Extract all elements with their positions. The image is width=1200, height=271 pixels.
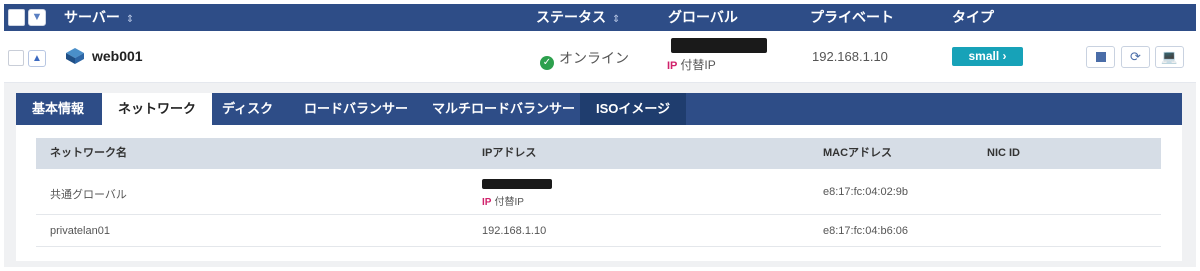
private-ip: 192.168.1.10	[812, 49, 888, 64]
row-ip-address: 192.168.1.10	[482, 225, 547, 237]
status-label: オンライン	[559, 50, 629, 66]
tab-iso-image[interactable]: ISOイメージ	[580, 93, 687, 125]
tab-load-balancer[interactable]: ロードバランサー	[288, 93, 424, 125]
column-global: グローバル	[668, 9, 738, 25]
plan-type-label: small	[968, 49, 1000, 63]
redacted-global-ip	[671, 38, 767, 53]
chevron-right-icon: ›	[1002, 49, 1007, 63]
sort-icon[interactable]: ⇕	[612, 14, 620, 25]
row-mac-address: e8:17:fc:04:02:9b	[823, 186, 909, 198]
plan-type-button[interactable]: small ›	[952, 47, 1023, 66]
column-type: タイプ	[952, 9, 994, 25]
row-ip-note: IP 付替IP	[482, 193, 524, 208]
network-tab-content: ネットワーク名 IPアドレス MACアドレス NIC ID 共通グローバル IP…	[16, 125, 1182, 261]
stop-button[interactable]	[1086, 46, 1115, 68]
global-ip-note: IP 付替IP	[667, 56, 716, 73]
col-mac-address: MACアドレス	[823, 147, 893, 159]
console-icon: 💻	[1161, 49, 1178, 64]
row-checkbox[interactable]	[8, 50, 24, 66]
server-list-header: ▼ サーバー ⇕ ステータス ⇕ グローバル プライベート タイプ	[4, 4, 1196, 31]
stop-icon	[1095, 52, 1106, 62]
col-ip-address: IPアドレス	[482, 147, 537, 159]
server-icon	[66, 48, 84, 64]
row-mac-address: e8:17:fc:04:b6:06	[823, 225, 909, 237]
server-name[interactable]: web001	[92, 48, 143, 64]
tab-basic-info[interactable]: 基本情報	[16, 93, 100, 125]
ip-badge: IP	[482, 197, 492, 208]
network-table-header: ネットワーク名 IPアドレス MACアドレス NIC ID	[36, 138, 1161, 169]
ip-badge: IP	[667, 60, 678, 72]
bulk-menu-button[interactable]: ▼	[28, 9, 46, 26]
row-network-name: 共通グローバル	[50, 189, 127, 201]
refresh-icon: ⟳	[1130, 49, 1141, 64]
tab-disk[interactable]: ディスク	[206, 93, 289, 125]
col-nic-id: NIC ID	[987, 147, 1020, 159]
col-network-name: ネットワーク名	[50, 147, 127, 159]
server-detail-panel: 基本情報 ネットワーク ディスク ロードバランサー マルチロードバランサー IS…	[4, 83, 1196, 267]
refresh-button[interactable]: ⟳	[1121, 46, 1150, 68]
console-button[interactable]: 💻	[1155, 46, 1184, 68]
column-server[interactable]: サーバー ⇕	[64, 4, 134, 31]
chevron-down-icon: ▼	[31, 11, 43, 23]
tab-multi-load-balancer[interactable]: マルチロードバランサー	[416, 93, 591, 125]
collapse-button[interactable]: ▲	[28, 50, 46, 67]
table-row: 共通グローバル IP 付替IP e8:17:fc:04:02:9b	[36, 169, 1161, 215]
ip-label: 付替IP	[494, 197, 524, 208]
tab-network[interactable]: ネットワーク	[102, 93, 213, 125]
column-status-label: ステータス	[536, 9, 606, 25]
check-circle-icon: ✓	[540, 56, 554, 70]
column-server-label: サーバー	[64, 9, 120, 25]
redacted-ip	[482, 179, 552, 189]
row-network-name: privatelan01	[50, 225, 110, 237]
ip-label: 付替IP	[680, 58, 716, 72]
table-row: privatelan01 192.168.1.10 e8:17:fc:04:b6…	[36, 215, 1161, 247]
sort-icon[interactable]: ⇕	[126, 14, 134, 25]
select-all-checkbox[interactable]	[8, 9, 25, 26]
server-status: ✓ オンライン	[540, 48, 629, 70]
column-status[interactable]: ステータス ⇕	[536, 4, 620, 31]
chevron-up-icon: ▲	[32, 53, 42, 64]
detail-tabs: 基本情報 ネットワーク ディスク ロードバランサー マルチロードバランサー IS…	[16, 93, 1182, 125]
column-private: プライベート	[810, 9, 894, 25]
